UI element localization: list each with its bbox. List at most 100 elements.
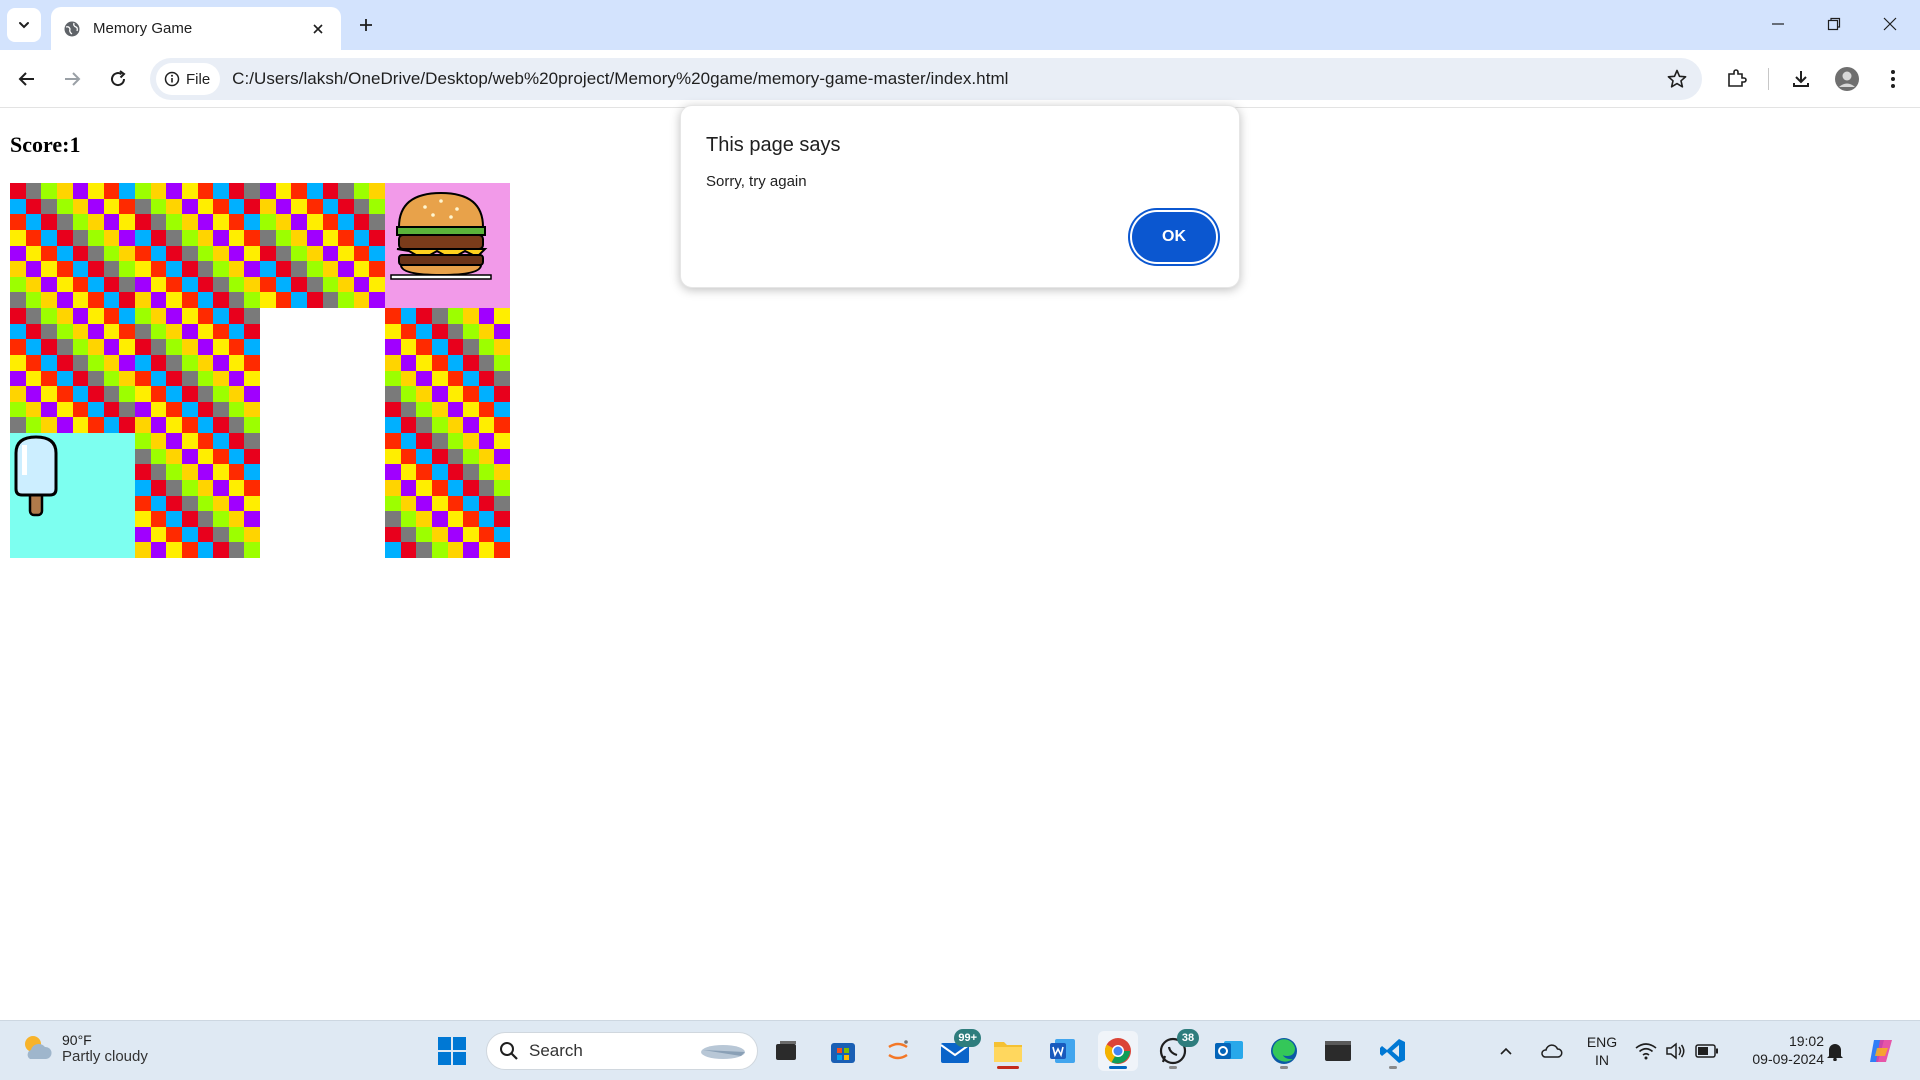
new-tab-button[interactable] bbox=[352, 11, 380, 39]
tab-search-button[interactable] bbox=[7, 8, 41, 42]
word-button[interactable] bbox=[1043, 1031, 1083, 1071]
start-button[interactable] bbox=[432, 1031, 472, 1071]
partly-cloudy-icon bbox=[25, 1036, 52, 1059]
notifications-button[interactable] bbox=[1818, 1031, 1852, 1071]
memory-card-matched bbox=[260, 433, 385, 558]
volume-button[interactable] bbox=[1662, 1031, 1690, 1071]
onedrive-button[interactable] bbox=[1534, 1031, 1568, 1071]
whatsapp-badge: 38 bbox=[1177, 1029, 1199, 1047]
cloud-icon bbox=[1541, 1044, 1563, 1058]
profile-button[interactable] bbox=[1832, 64, 1862, 94]
running-indicator bbox=[1280, 1066, 1288, 1069]
file-explorer-button[interactable] bbox=[988, 1031, 1028, 1071]
ms-store-button[interactable] bbox=[823, 1031, 863, 1071]
memory-card-matched bbox=[260, 308, 385, 433]
wifi-icon bbox=[1635, 1043, 1657, 1060]
memory-card-back[interactable] bbox=[385, 308, 510, 433]
word-icon bbox=[1050, 1039, 1075, 1063]
terminal-icon bbox=[1325, 1041, 1351, 1061]
dialog-message: Sorry, try again bbox=[706, 173, 807, 190]
running-indicator bbox=[997, 1066, 1019, 1069]
running-indicator bbox=[1169, 1066, 1177, 1069]
memory-card-back[interactable] bbox=[135, 433, 260, 558]
card-back-pattern bbox=[135, 183, 260, 308]
menu-button[interactable] bbox=[1878, 64, 1908, 94]
taskbar-search[interactable]: Search bbox=[486, 1032, 758, 1070]
reload-button[interactable] bbox=[103, 64, 133, 94]
memory-card-back[interactable] bbox=[260, 183, 385, 308]
memory-card-back[interactable] bbox=[10, 308, 135, 433]
minimize-icon bbox=[1772, 23, 1784, 25]
battery-icon bbox=[1695, 1044, 1718, 1058]
close-icon bbox=[313, 23, 323, 34]
minimize-button[interactable] bbox=[1750, 0, 1806, 48]
bookmark-button[interactable] bbox=[1666, 68, 1688, 95]
bell-icon bbox=[1827, 1044, 1843, 1061]
edge-button[interactable] bbox=[1264, 1031, 1304, 1071]
clock[interactable]: 19:02 09-09-2024 bbox=[1732, 1032, 1824, 1068]
app-sync-button[interactable] bbox=[878, 1031, 918, 1071]
close-icon bbox=[1883, 17, 1897, 31]
tab-memory-game[interactable]: Memory Game bbox=[51, 7, 341, 50]
memory-card-face[interactable] bbox=[385, 183, 510, 308]
site-info-chip[interactable]: File bbox=[156, 63, 221, 95]
memory-card-face[interactable] bbox=[10, 433, 135, 558]
forward-button[interactable] bbox=[57, 64, 87, 94]
card-back-pattern bbox=[10, 183, 135, 308]
taskbar-search-label: Search bbox=[529, 1041, 583, 1060]
running-indicator bbox=[1389, 1066, 1397, 1069]
reload-icon bbox=[111, 70, 126, 87]
language-indicator[interactable]: ENG IN bbox=[1580, 1033, 1624, 1069]
plus-icon bbox=[360, 19, 372, 31]
downloads-button[interactable] bbox=[1786, 64, 1816, 94]
address-bar[interactable]: File C:/Users/laksh/OneDrive/Desktop/web… bbox=[150, 58, 1702, 100]
close-tab-button[interactable] bbox=[307, 18, 329, 40]
copilot-button[interactable] bbox=[1862, 1031, 1900, 1071]
edge-icon bbox=[1271, 1038, 1297, 1064]
chevron-down-icon bbox=[19, 22, 29, 29]
back-button[interactable] bbox=[12, 64, 42, 94]
language-top: ENG bbox=[1586, 1034, 1618, 1050]
star-icon bbox=[1667, 69, 1687, 88]
terminal-button[interactable] bbox=[1318, 1031, 1358, 1071]
url-text[interactable]: C:/Users/laksh/OneDrive/Desktop/web%20pr… bbox=[232, 69, 1008, 89]
store-icon bbox=[831, 1043, 855, 1063]
outlook-button[interactable] bbox=[1209, 1031, 1249, 1071]
restore-button[interactable] bbox=[1806, 0, 1862, 48]
folder-icon bbox=[994, 1042, 1022, 1062]
memory-card-back[interactable] bbox=[135, 183, 260, 308]
extensions-button[interactable] bbox=[1721, 64, 1751, 94]
card-back-pattern bbox=[10, 308, 135, 433]
tab-title: Memory Game bbox=[93, 20, 193, 37]
ok-button[interactable]: OK bbox=[1132, 212, 1216, 262]
download-icon bbox=[1793, 71, 1809, 87]
card-back-pattern bbox=[135, 433, 260, 558]
clock-date: 09-09-2024 bbox=[1752, 1051, 1824, 1067]
more-vertical-icon bbox=[1891, 70, 1895, 88]
vscode-icon bbox=[1380, 1039, 1405, 1063]
task-view-button[interactable] bbox=[766, 1031, 806, 1071]
wifi-button[interactable] bbox=[1632, 1031, 1660, 1071]
avatar-icon bbox=[1835, 67, 1859, 91]
outlook-icon bbox=[1215, 1041, 1243, 1059]
weather-widget[interactable]: 90°F Partly cloudy bbox=[20, 1031, 148, 1065]
memory-card-back[interactable] bbox=[135, 308, 260, 433]
chrome-button[interactable] bbox=[1098, 1031, 1138, 1071]
memory-grid bbox=[10, 183, 510, 558]
mail-button[interactable]: 99+ bbox=[935, 1029, 981, 1071]
volume-icon bbox=[1666, 1042, 1685, 1060]
search-icon bbox=[500, 1042, 518, 1060]
battery-button[interactable] bbox=[1692, 1031, 1722, 1071]
memory-card-back[interactable] bbox=[10, 183, 135, 308]
tray-overflow-button[interactable] bbox=[1492, 1031, 1520, 1071]
taskbar: 90°F Partly cloudy Search 99+ 38 ENG IN … bbox=[0, 1020, 1920, 1080]
alert-dialog: This page says Sorry, try again OK bbox=[680, 105, 1240, 288]
memory-card-back[interactable] bbox=[385, 433, 510, 558]
tab-strip: Memory Game bbox=[0, 0, 1920, 50]
vscode-button[interactable] bbox=[1373, 1031, 1413, 1071]
close-window-button[interactable] bbox=[1862, 0, 1918, 48]
burger-icon bbox=[390, 191, 492, 280]
chrome-icon bbox=[1104, 1038, 1131, 1064]
whatsapp-button[interactable]: 38 bbox=[1153, 1029, 1199, 1071]
puzzle-icon bbox=[1728, 69, 1747, 87]
